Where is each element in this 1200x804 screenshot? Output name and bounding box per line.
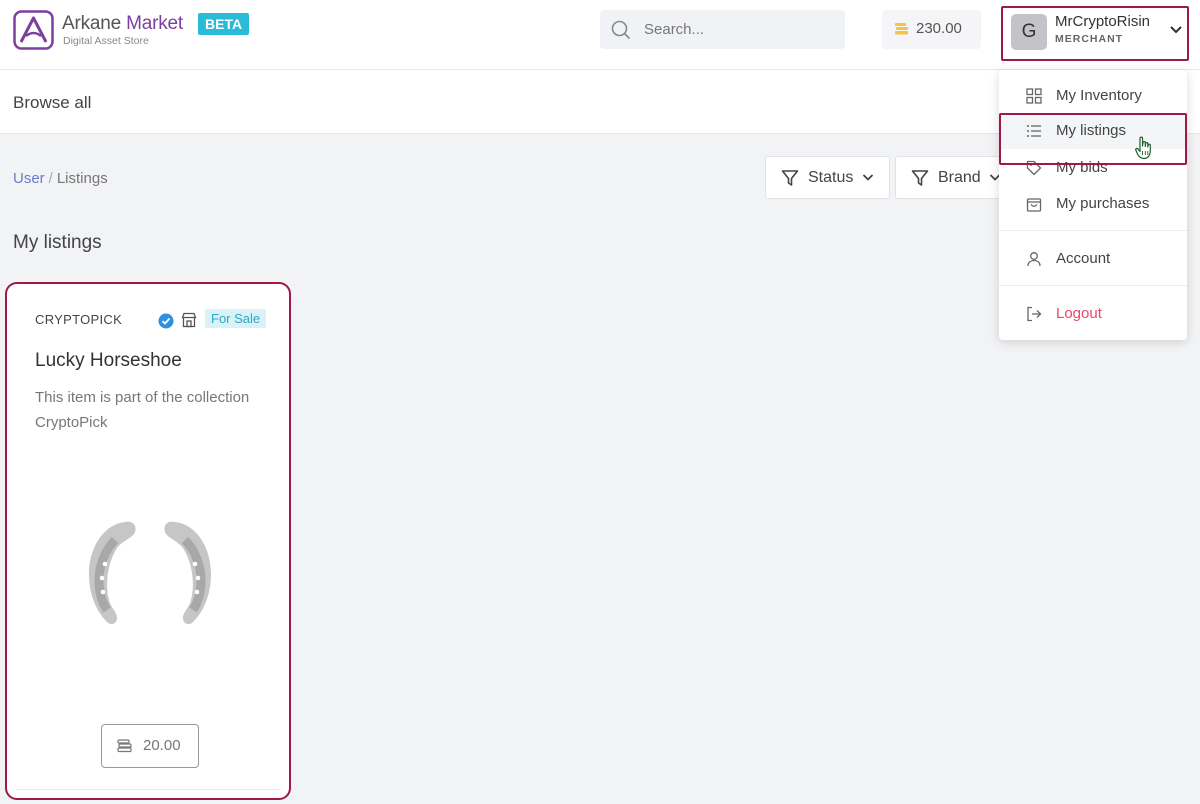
balance-display[interactable]: 230.00 (882, 10, 981, 49)
balance-value: 230.00 (916, 20, 962, 37)
menu-item-label: Account (1056, 250, 1111, 267)
store-icon (181, 312, 197, 328)
chevron-down-icon (862, 174, 874, 181)
brand-filter-button[interactable]: Brand (895, 156, 1015, 199)
listing-description: This item is part of the collection Cryp… (35, 389, 250, 431)
avatar: G (1011, 14, 1047, 50)
browse-all-link[interactable]: Browse all (13, 93, 91, 113)
search-input[interactable] (644, 10, 834, 49)
status-filter-label: Status (808, 169, 854, 186)
menu-item-label: Logout (1056, 305, 1102, 322)
grid-icon (1026, 88, 1042, 104)
coin-stack-icon (895, 23, 908, 35)
menu-divider (999, 285, 1187, 286)
brand-name[interactable]: Arkane Market (62, 13, 183, 35)
filter-icon (781, 170, 799, 186)
menu-item-my-purchases[interactable]: My purchases (999, 186, 1187, 222)
bag-icon (1026, 198, 1042, 212)
brand-name-first: Arkane (62, 13, 122, 34)
verified-badge-icon (158, 313, 174, 329)
menu-divider (999, 230, 1187, 231)
breadcrumb-user-link[interactable]: User (13, 170, 45, 187)
breadcrumb: User / Listings (13, 170, 108, 187)
price-value: 20.00 (143, 737, 181, 754)
menu-item-logout[interactable]: Logout (999, 296, 1187, 332)
listing-title: Lucky Horseshoe (35, 350, 182, 371)
page-title: My listings (13, 232, 102, 253)
status-badge: For Sale (205, 309, 267, 328)
coin-stack-icon (117, 739, 132, 753)
filter-icon (911, 170, 929, 186)
menu-item-label: My Inventory (1056, 87, 1142, 104)
search-box[interactable] (600, 10, 845, 49)
logout-icon (1027, 306, 1042, 322)
status-filter-button[interactable]: Status (765, 156, 890, 199)
search-icon (611, 20, 631, 40)
my-listings-highlight-box (999, 113, 1187, 165)
card-divider (15, 789, 281, 790)
breadcrumb-separator: / (48, 170, 53, 187)
beta-badge: BETA (198, 13, 250, 35)
brand-subtitle: Digital Asset Store (63, 35, 149, 47)
brand-filter-label: Brand (938, 169, 981, 186)
breadcrumb-current: Listings (56, 170, 108, 187)
listing-brand: CRYPTOPICK (35, 312, 123, 327)
user-menu-toggle[interactable]: G MrCryptoRisin MERCHANT (1001, 6, 1189, 61)
menu-item-label: My purchases (1056, 195, 1150, 212)
brand-name-second: Market (121, 13, 183, 34)
horseshoe-image (89, 521, 211, 625)
user-dropdown-menu: My Inventory My listings My bids My purc… (999, 70, 1187, 340)
hand-pointer-cursor-icon (1135, 136, 1151, 160)
top-header: Arkane Market Digital Asset Store BETA 2… (0, 0, 1200, 70)
chevron-down-icon (1170, 26, 1182, 34)
price-button[interactable]: 20.00 (101, 724, 199, 768)
menu-item-account[interactable]: Account (999, 241, 1187, 277)
user-role: MERCHANT (1055, 33, 1124, 45)
menu-item-my-inventory[interactable]: My Inventory (999, 78, 1187, 114)
listing-card[interactable]: CRYPTOPICK For Sale Lucky Horseshoe This… (5, 282, 291, 800)
arkane-logo-icon[interactable] (13, 10, 54, 50)
user-name: MrCryptoRisin (1055, 13, 1151, 30)
user-icon (1027, 252, 1041, 267)
